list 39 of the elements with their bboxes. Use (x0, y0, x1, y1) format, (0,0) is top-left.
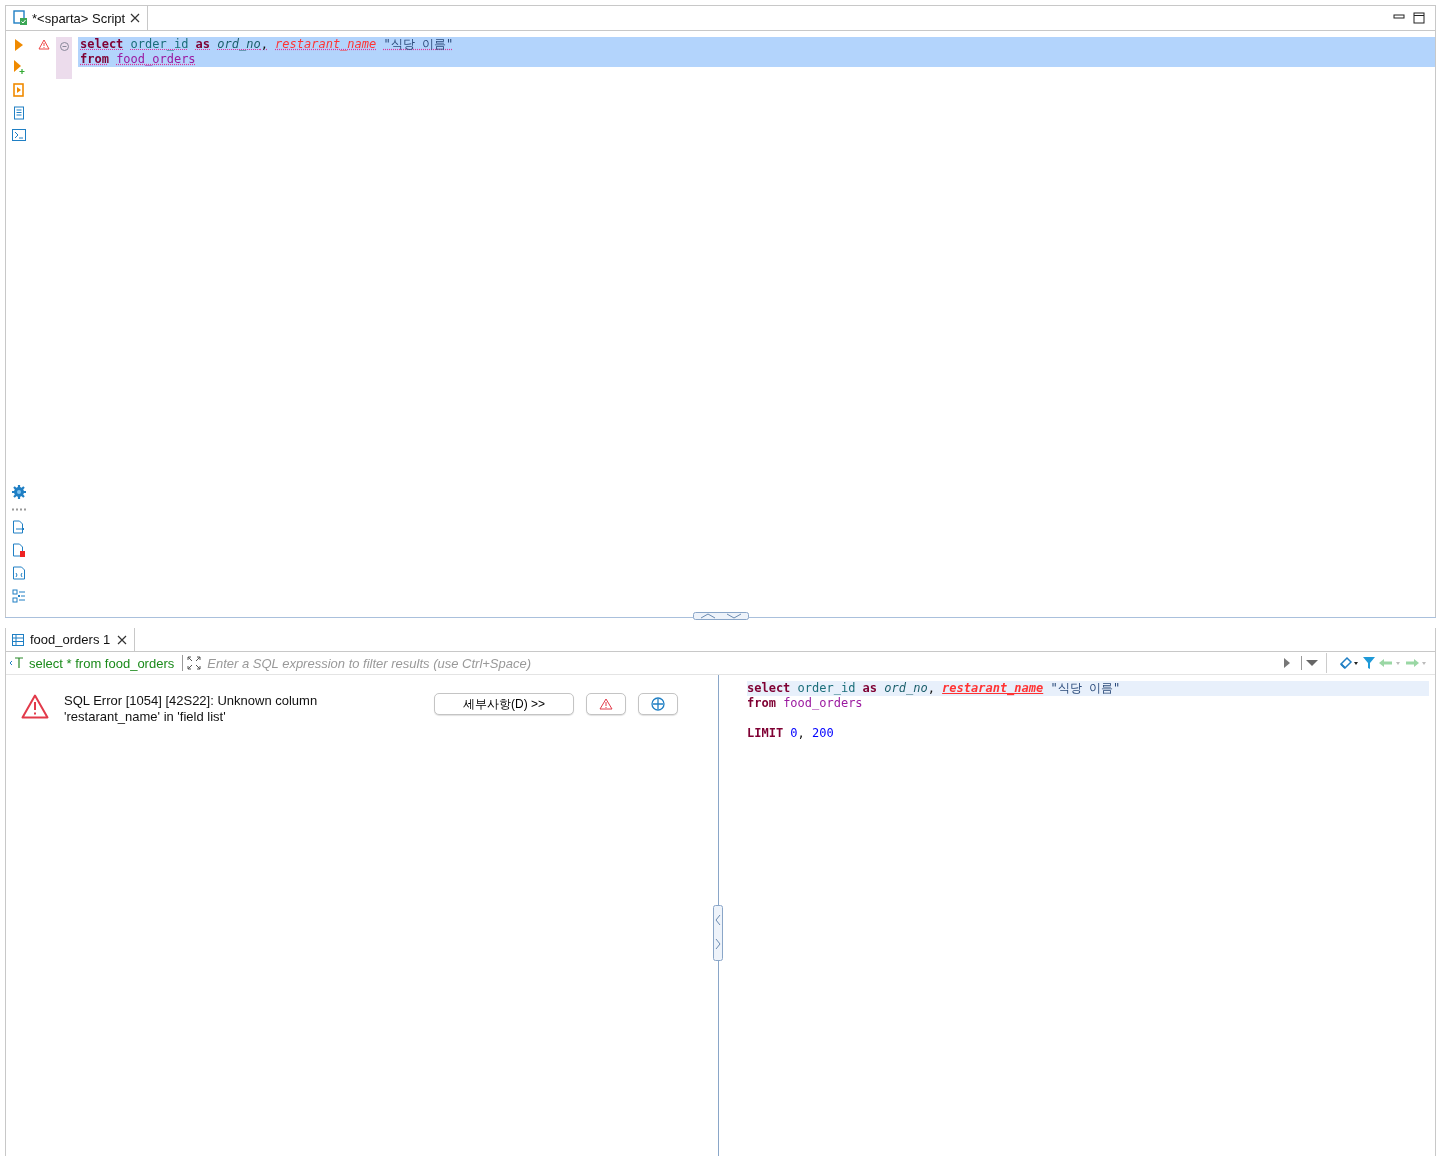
terminal-icon[interactable] (12, 129, 26, 141)
close-icon[interactable] (116, 633, 129, 646)
dots-icon (12, 508, 26, 511)
tab-title: food_orders 1 (30, 632, 111, 647)
run-new-tab-icon[interactable] (13, 60, 25, 74)
grid-icon (12, 633, 24, 646)
panel-toggle-icon[interactable] (713, 905, 723, 961)
filter-field[interactable]: Enter a SQL expression to filter results (use Ctrl+Space) (205, 655, 1279, 671)
play-icon[interactable] (1283, 657, 1291, 669)
code-line: LIMIT 0, 200 (747, 726, 835, 741)
run-icon[interactable] (14, 39, 24, 51)
filter-icon[interactable] (1363, 656, 1375, 670)
script-icon (12, 10, 28, 26)
error-icon (21, 694, 49, 719)
close-icon[interactable] (129, 12, 142, 24)
document-icon[interactable] (13, 106, 25, 120)
file-error-icon[interactable] (12, 543, 26, 557)
expand-icon[interactable] (187, 656, 202, 670)
eraser-icon[interactable] (1339, 656, 1359, 670)
query-label[interactable]: select * from food_orders (29, 655, 175, 671)
splitter-handle-icon[interactable] (692, 612, 749, 620)
crosshair-button[interactable] (638, 693, 678, 715)
warning-icon (599, 698, 613, 710)
details-button[interactable]: 세부사항(D) >> (434, 693, 574, 715)
dropdown-icon[interactable] (1306, 659, 1318, 667)
outline-icon[interactable] (12, 589, 26, 603)
text-cursor-icon (9, 657, 25, 669)
tab-title: *<sparta> Script (32, 10, 126, 26)
export-icon[interactable] (12, 520, 26, 534)
variables-icon[interactable] (12, 566, 26, 580)
maximize-icon[interactable] (1413, 12, 1425, 24)
script-run-icon[interactable] (13, 83, 25, 97)
code-line: from food_orders (747, 696, 864, 711)
warning-icon (38, 39, 50, 50)
gear-icon[interactable] (12, 485, 26, 499)
crosshair-icon (651, 697, 665, 711)
error-log-button[interactable] (586, 693, 626, 715)
error-message: SQL Error [1054] [42S22]: Unknown column 'restarant_name' in 'field list' (64, 693, 319, 725)
collapse-icon[interactable] (60, 42, 69, 51)
